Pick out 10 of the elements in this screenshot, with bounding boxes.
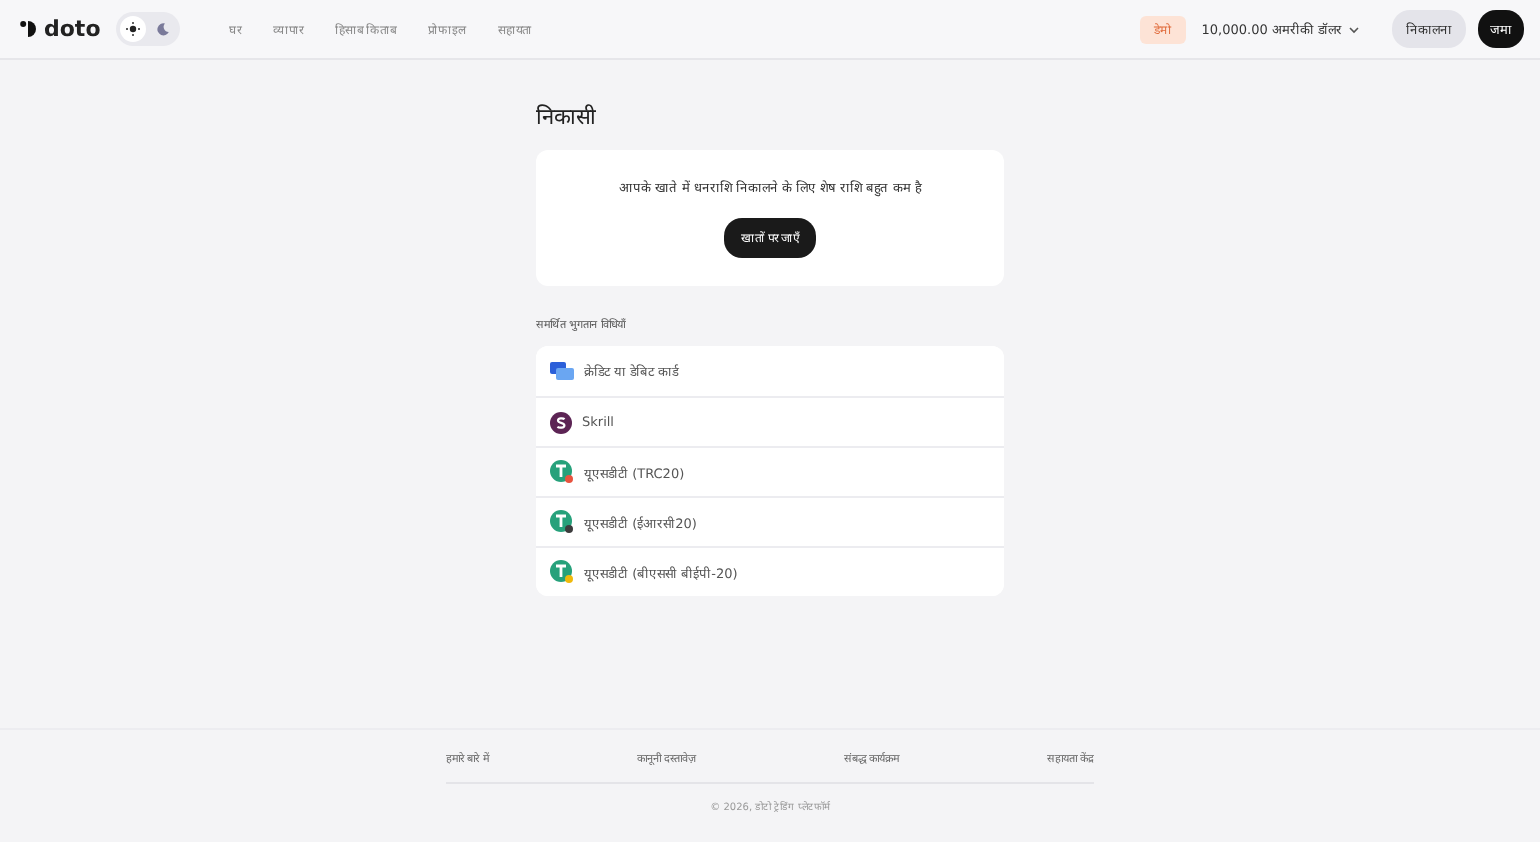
logo-icon xyxy=(20,20,38,38)
tether-icon xyxy=(550,510,574,534)
tether-icon xyxy=(550,460,574,484)
logo-text: doto xyxy=(44,16,101,42)
page-title: निकासी xyxy=(536,102,598,130)
tether-icon xyxy=(550,560,574,584)
card-icon xyxy=(550,361,574,381)
chevron-down-icon xyxy=(1348,25,1360,33)
sun-icon[interactable] xyxy=(120,16,147,42)
skrill-icon xyxy=(550,411,572,433)
